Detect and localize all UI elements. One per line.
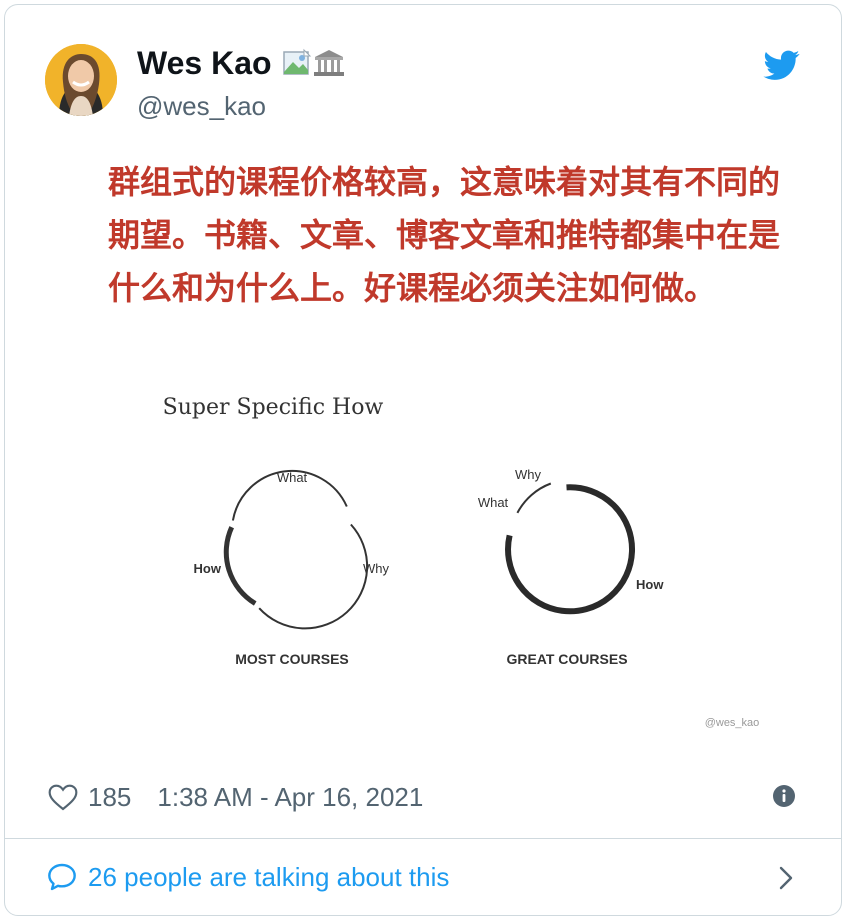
most-how-arc (223, 526, 257, 606)
twitter-bird-icon[interactable] (762, 47, 802, 83)
conversation-label[interactable]: 26 people are talking about this (88, 862, 449, 893)
chevron-right-icon[interactable] (776, 864, 796, 892)
great-why-label: Why (515, 467, 542, 482)
tweet-timestamp[interactable]: 1:38 AM - Apr 16, 2021 (157, 782, 423, 813)
great-how-label: How (636, 577, 664, 592)
great-how-arc (505, 484, 635, 615)
display-name[interactable]: Wes Kao (137, 44, 272, 82)
most-how-label: How (194, 561, 222, 576)
user-handle[interactable]: @wes_kao (137, 90, 266, 122)
great-what-label: What (478, 495, 509, 510)
info-icon[interactable] (772, 784, 796, 808)
avatar[interactable] (45, 44, 117, 116)
tweet-meta-row: 185 1:38 AM - Apr 16, 2021 (46, 778, 423, 816)
great-what-arc (516, 482, 552, 514)
figure-watermark: @wes_kao (705, 717, 760, 729)
card-divider (4, 838, 842, 839)
tweet-text: 群组式的课程价格较高，这意味着对其有不同的期望。书籍、文章、博客文章和推特都集中… (108, 163, 781, 307)
avatar-image (45, 44, 117, 116)
heart-icon[interactable] (46, 781, 80, 813)
great-courses-diagram: Why What How GREAT COURSES (478, 467, 665, 667)
most-what-label: What (277, 470, 308, 485)
classical-building-icon (313, 50, 344, 76)
name-badges (282, 48, 346, 78)
great-courses-caption: GREAT COURSES (506, 651, 627, 667)
like-count[interactable]: 185 (88, 782, 131, 813)
most-why-label: Why (363, 561, 390, 576)
most-courses-diagram: What Why How MOST COURSES (194, 469, 390, 667)
broken-image-icon (282, 48, 311, 75)
most-why-arc (258, 523, 369, 630)
figure-title: Super Specific How (163, 395, 384, 420)
display-name-row[interactable]: Wes Kao (137, 44, 346, 82)
most-courses-caption: MOST COURSES (235, 651, 349, 667)
tweet-media-diagram[interactable]: Super Specific How What Why How MOST COU… (152, 380, 782, 740)
speech-bubble-icon (48, 863, 76, 891)
conversation-link[interactable]: 26 people are talking about this (46, 857, 449, 897)
